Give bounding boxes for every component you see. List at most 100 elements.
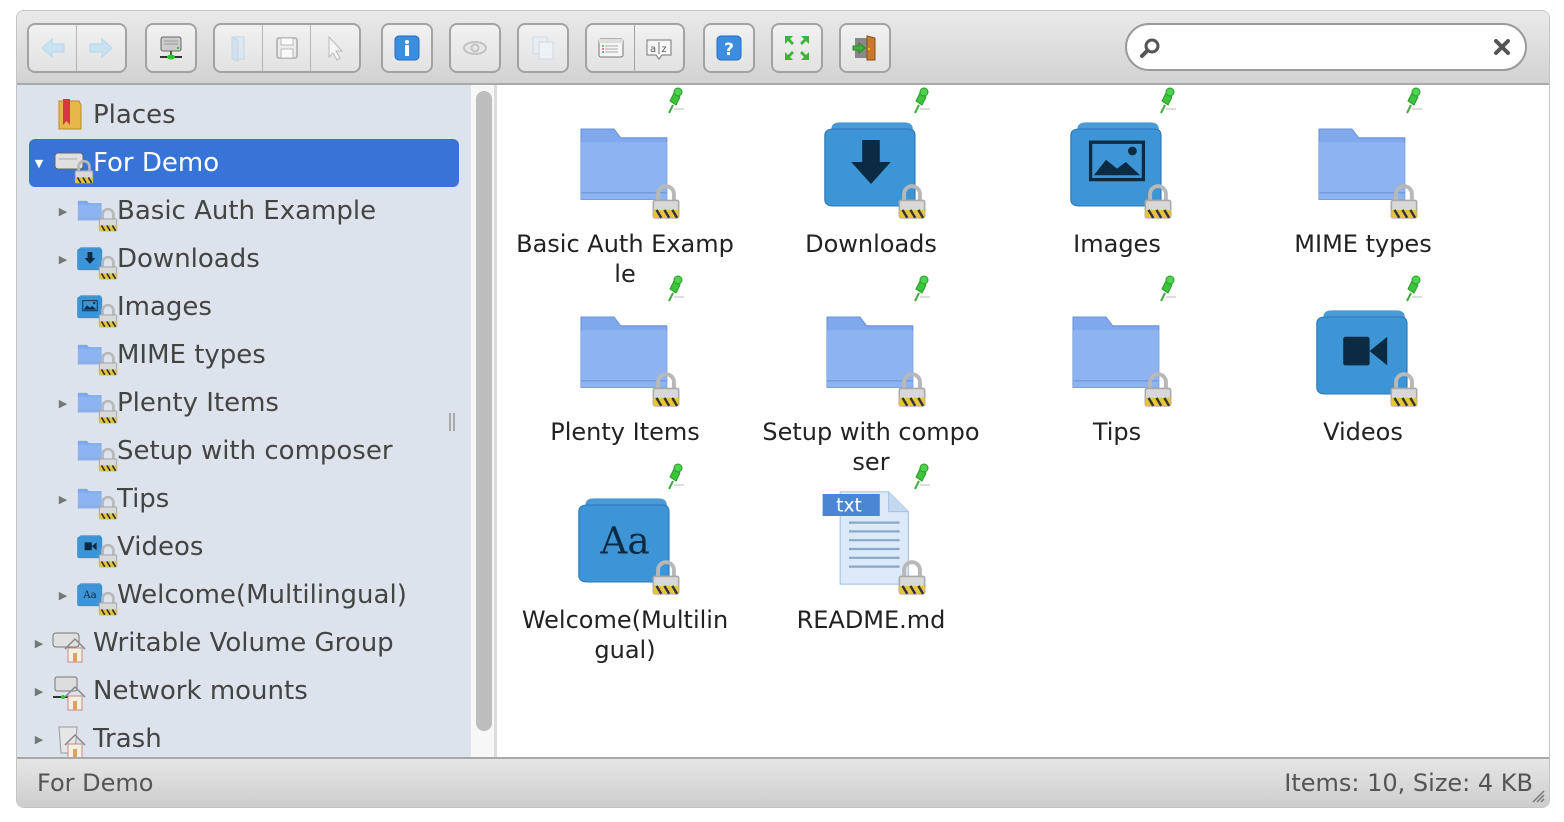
lock-icon (98, 495, 118, 520)
lock-icon (98, 303, 118, 328)
images-folder-icon (73, 287, 118, 328)
toolbar-group (27, 23, 127, 73)
file-item[interactable]: Plenty Items (510, 275, 740, 447)
images-folder-icon (1062, 87, 1176, 219)
toolbar-group (381, 23, 433, 73)
tree-item[interactable]: MIME types (29, 331, 459, 379)
file-item[interactable]: txt README.md (756, 463, 986, 635)
tree-item-label: Tips (117, 484, 170, 514)
tree-item[interactable]: ▶ Writable Volume Group (29, 619, 459, 667)
file-item[interactable]: Tips (1002, 275, 1232, 447)
file-item[interactable]: Setup with composer (756, 275, 986, 477)
forward-button[interactable] (77, 25, 125, 71)
sidebar-resize-handle[interactable] (449, 413, 455, 431)
expand-arrow-icon[interactable]: ▼ (29, 157, 49, 170)
network-drive-icon (156, 33, 186, 63)
tree-item[interactable]: Images (29, 283, 459, 331)
exit-button[interactable] (841, 25, 889, 71)
exit-door-icon (850, 33, 880, 63)
lock-icon (898, 372, 926, 407)
quicklook-button[interactable] (451, 25, 499, 71)
folder-locked-icon (73, 383, 118, 424)
navigation-tree: Places ▼ For Demo ▶ Basic Auth Example ▶ Do… (17, 85, 471, 759)
list-view-icon (596, 33, 626, 63)
folder-icon (816, 275, 930, 407)
resize-grip-icon[interactable] (1531, 789, 1545, 803)
fonts-folder-icon: Aa (73, 575, 118, 616)
back-button[interactable] (29, 25, 77, 71)
cursor-icon (320, 33, 350, 63)
clear-search-icon[interactable] (1493, 38, 1511, 56)
info-button[interactable] (383, 25, 431, 71)
search-input[interactable] (1171, 33, 1491, 61)
select-button[interactable] (311, 25, 359, 71)
tree-item[interactable]: Places (29, 91, 459, 139)
collapse-arrow-icon[interactable]: ▶ (53, 589, 73, 602)
collapse-arrow-icon[interactable]: ▶ (29, 637, 49, 650)
file-item[interactable]: MIME types (1248, 87, 1478, 259)
lock-icon (98, 255, 118, 280)
lock-icon (98, 207, 118, 232)
tree-item-label: Welcome(Multilingual) (117, 580, 407, 610)
fullscreen-button[interactable] (773, 25, 821, 71)
toolbar-group: az (585, 23, 685, 73)
folder-locked-icon (73, 191, 118, 232)
downloads-folder-icon (816, 87, 930, 219)
collapse-arrow-icon[interactable]: ▶ (53, 205, 73, 218)
collapse-arrow-icon[interactable]: ▶ (53, 493, 73, 506)
file-item[interactable]: Downloads (756, 87, 986, 259)
videos-folder-icon (73, 527, 118, 568)
tree-item[interactable]: ▶ Network mounts (29, 667, 459, 715)
file-name: Basic Auth Example (516, 230, 734, 288)
toolbar-group (839, 23, 891, 73)
file-item[interactable]: Videos (1248, 275, 1478, 447)
search-box[interactable] (1125, 23, 1527, 71)
status-bar: For Demo Items: 10, Size: 4 KB (17, 757, 1549, 807)
open-folder-icon (224, 33, 254, 63)
copy-icon (528, 33, 558, 63)
copy-button[interactable] (519, 25, 567, 71)
help-button[interactable]: ? (705, 25, 753, 71)
collapse-arrow-icon[interactable]: ▶ (53, 397, 73, 410)
lock-icon (652, 372, 680, 407)
tree-item[interactable]: ▼ For Demo (29, 139, 459, 187)
info-icon (392, 33, 422, 63)
tree-item[interactable]: ▶ Aa Welcome(Multilingual) (29, 571, 459, 619)
file-item[interactable]: Basic Auth Example (510, 87, 740, 289)
videos-folder-icon (1308, 275, 1422, 407)
lock-icon (98, 351, 118, 376)
tree-item[interactable]: ▶ Plenty Items (29, 379, 459, 427)
netmount-button[interactable] (147, 25, 195, 71)
collapse-arrow-icon[interactable]: ▶ (29, 685, 49, 698)
download-button[interactable] (263, 25, 311, 71)
open-button[interactable] (215, 25, 263, 71)
tree-item-label: Places (93, 100, 176, 130)
lock-icon (98, 543, 118, 568)
lock-icon (98, 447, 118, 472)
file-item[interactable]: Aa Welcome(Multilingual) (510, 463, 740, 665)
pin-icon (668, 275, 684, 302)
file-item[interactable]: Images (1002, 87, 1232, 259)
tree-item-label: Images (117, 292, 212, 322)
lock-icon (98, 399, 118, 424)
tree-item-label: Plenty Items (117, 388, 279, 418)
svg-text:a: a (650, 44, 656, 55)
collapse-arrow-icon[interactable]: ▶ (53, 253, 73, 266)
lock-icon (1390, 184, 1418, 219)
tree-item-label: Writable Volume Group (93, 628, 394, 658)
tree-item[interactable]: ▶ Trash (29, 715, 459, 759)
sort-button[interactable]: az (635, 25, 683, 71)
sidebar-scrollbar-thumb[interactable] (476, 91, 492, 731)
status-summary: Items: 10, Size: 4 KB (1284, 769, 1533, 797)
tree-item[interactable]: ▶ Basic Auth Example (29, 187, 459, 235)
tree-item-label: Basic Auth Example (117, 196, 377, 226)
file-grid: Basic Auth Example Downloads Images MIME… (500, 85, 1549, 759)
collapse-arrow-icon[interactable]: ▶ (29, 733, 49, 746)
toolbar-group (145, 23, 197, 73)
lock-icon (1390, 372, 1418, 407)
view-button[interactable] (587, 25, 635, 71)
tree-item[interactable]: ▶ Tips (29, 475, 459, 523)
tree-item[interactable]: ▶ Downloads (29, 235, 459, 283)
tree-item[interactable]: Videos (29, 523, 459, 571)
tree-item[interactable]: Setup with composer (29, 427, 459, 475)
